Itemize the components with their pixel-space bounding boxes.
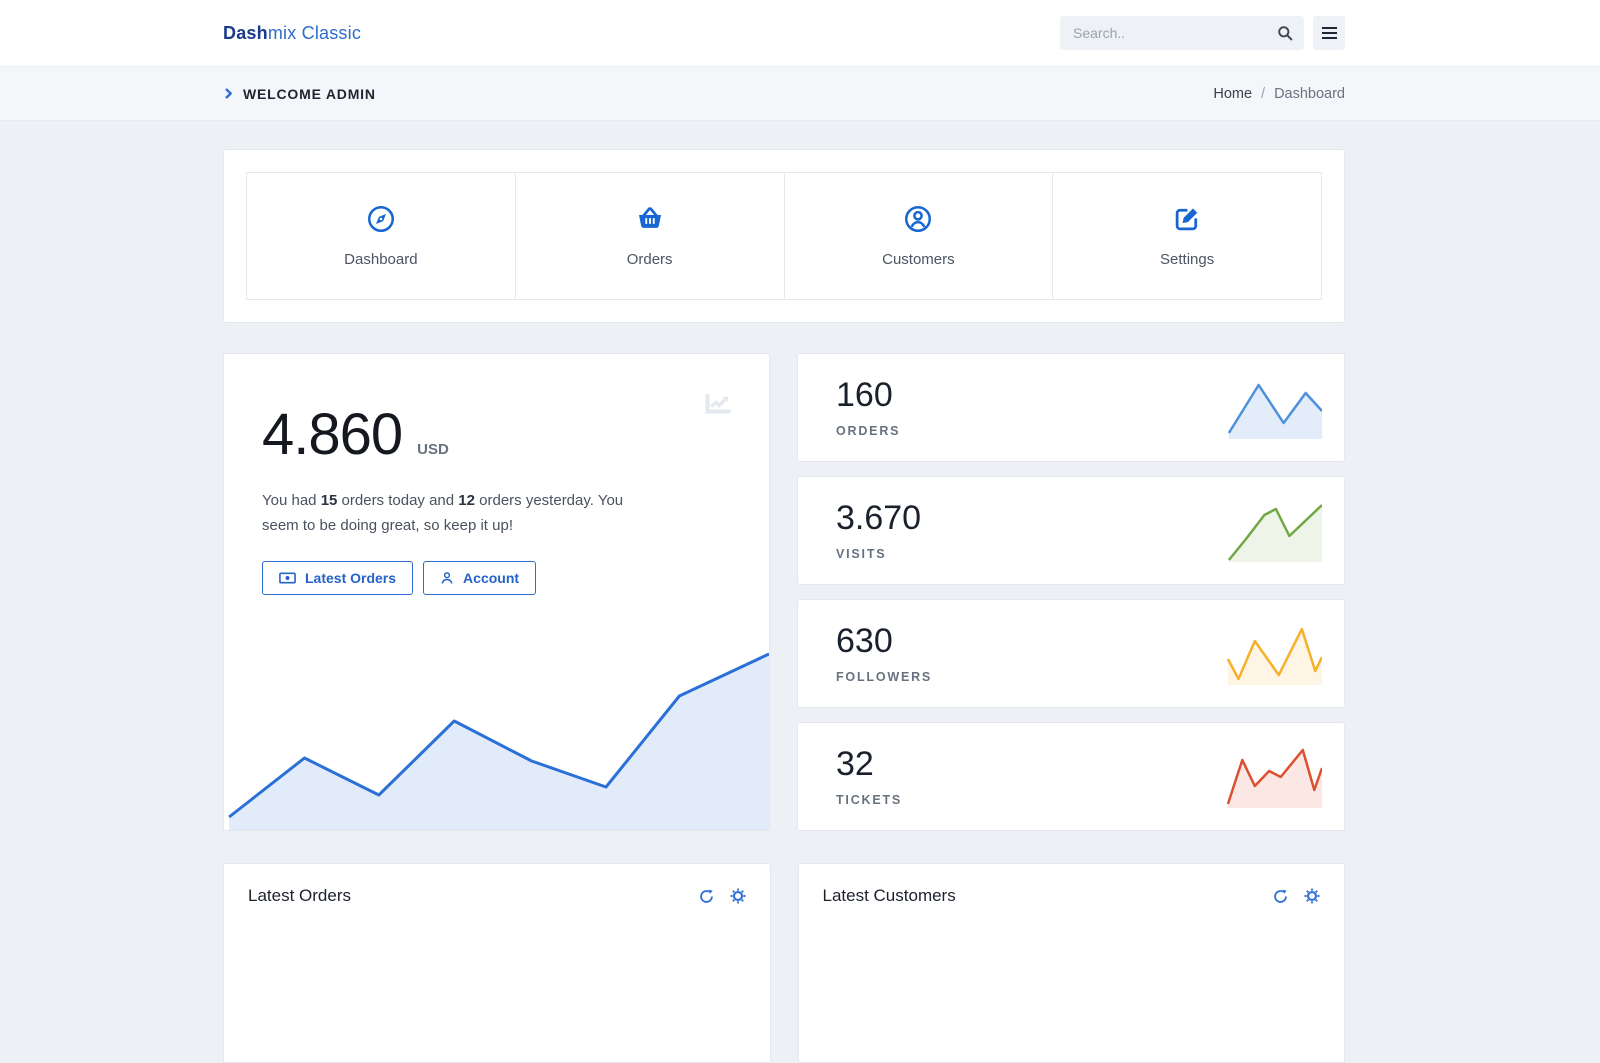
settings-button[interactable] <box>730 888 746 904</box>
stat-value: 160 <box>836 377 900 414</box>
latest-orders-button[interactable]: Latest Orders <box>262 561 413 595</box>
tickets-sparkline <box>1226 746 1322 808</box>
brand-logo[interactable]: Dashmix Classic <box>223 23 361 44</box>
stat-label: FOLLOWERS <box>836 670 932 684</box>
stat-card-tickets[interactable]: 32 TICKETS <box>797 722 1345 831</box>
settings-button[interactable] <box>1304 888 1320 904</box>
header-actions <box>1060 16 1345 50</box>
button-label: Account <box>463 570 519 586</box>
chevron-right-icon <box>223 88 234 99</box>
search-input[interactable] <box>1060 25 1266 41</box>
latest-customers-card: Latest Customers <box>798 863 1346 1063</box>
brand-logo-bold: Dash <box>223 23 268 43</box>
breadcrumb: Home / Dashboard <box>1213 86 1345 102</box>
stat-card-followers[interactable]: 630 FOLLOWERS <box>797 599 1345 708</box>
search-icon <box>1277 25 1293 41</box>
quick-nav-card: Dashboard Orders <box>223 149 1345 323</box>
tile-settings[interactable]: Settings <box>1052 172 1322 300</box>
edit-icon <box>1172 204 1202 234</box>
breadcrumb-separator: / <box>1261 86 1265 102</box>
breadcrumb-home-link[interactable]: Home <box>1213 86 1252 102</box>
tile-orders[interactable]: Orders <box>515 172 785 300</box>
earnings-area-chart <box>224 635 769 830</box>
visits-sparkline <box>1226 500 1322 562</box>
tile-label: Settings <box>1160 251 1214 268</box>
earnings-message: You had 15 orders today and 12 orders ye… <box>262 488 628 538</box>
user-circle-icon <box>903 204 933 234</box>
page-title: WELCOME ADMIN <box>243 86 376 102</box>
tile-label: Orders <box>627 251 673 268</box>
gear-icon <box>730 888 746 904</box>
page-heading-bar: WELCOME ADMIN Home / Dashboard <box>0 67 1600 121</box>
stat-card-orders[interactable]: 160 ORDERS <box>797 353 1345 462</box>
refresh-icon <box>1273 889 1288 904</box>
refresh-button[interactable] <box>1273 889 1288 904</box>
refresh-button[interactable] <box>699 889 714 904</box>
earnings-amount: 4.860 <box>262 406 402 464</box>
stat-value: 630 <box>836 623 932 660</box>
menu-toggle-button[interactable] <box>1313 16 1345 50</box>
stat-value: 32 <box>836 746 902 783</box>
stat-card-visits[interactable]: 3.670 VISITS <box>797 476 1345 585</box>
stats-column: 160 ORDERS 3.670 VISITS 630 FOLLOWERS <box>797 353 1345 831</box>
latest-orders-card: Latest Orders <box>223 863 771 1063</box>
breadcrumb-current: Dashboard <box>1274 86 1345 102</box>
orders-sparkline <box>1226 377 1322 439</box>
stat-label: TICKETS <box>836 793 902 807</box>
top-header: Dashmix Classic <box>0 0 1600 67</box>
card-title: Latest Customers <box>823 886 956 906</box>
tile-dashboard[interactable]: Dashboard <box>246 172 516 300</box>
gear-icon <box>1304 888 1320 904</box>
stat-value: 3.670 <box>836 500 921 537</box>
shopping-basket-icon <box>635 204 665 234</box>
search-button[interactable] <box>1266 16 1304 50</box>
tile-customers[interactable]: Customers <box>784 172 1054 300</box>
stat-label: VISITS <box>836 547 921 561</box>
account-button[interactable]: Account <box>423 561 536 595</box>
hamburger-icon <box>1322 27 1337 39</box>
button-label: Latest Orders <box>305 570 396 586</box>
main-content: Dashboard Orders <box>223 121 1345 1063</box>
chart-line-icon <box>704 392 733 417</box>
user-icon <box>440 571 454 585</box>
earnings-card: 4.860 USD You had 15 orders today and 12… <box>223 353 770 831</box>
stat-label: ORDERS <box>836 424 900 438</box>
earnings-currency: USD <box>417 441 449 458</box>
followers-sparkline <box>1226 623 1322 685</box>
brand-logo-rest: mix Classic <box>268 23 361 43</box>
tile-label: Dashboard <box>344 251 417 268</box>
search-box <box>1060 16 1304 50</box>
compass-icon <box>366 204 396 234</box>
banknote-icon <box>279 572 296 584</box>
tile-label: Customers <box>882 251 955 268</box>
refresh-icon <box>699 889 714 904</box>
card-title: Latest Orders <box>248 886 351 906</box>
